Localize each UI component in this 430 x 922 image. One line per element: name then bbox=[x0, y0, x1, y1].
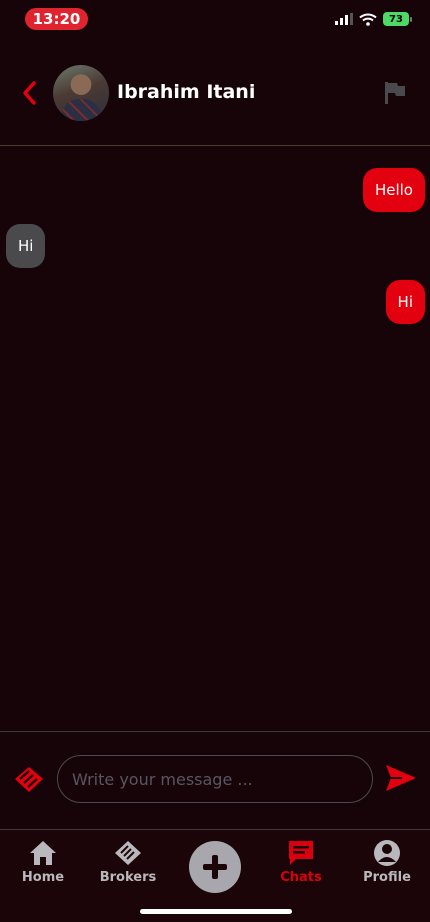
chat-icon bbox=[289, 841, 313, 865]
send-icon bbox=[386, 765, 416, 791]
battery-tip bbox=[410, 16, 412, 22]
message-bubble-outgoing[interactable]: Hello bbox=[362, 168, 425, 212]
contact-avatar[interactable] bbox=[53, 65, 109, 121]
home-indicator bbox=[140, 909, 292, 914]
tab-home[interactable]: Home bbox=[3, 838, 83, 888]
message-bubble-outgoing[interactable]: Hi bbox=[385, 280, 425, 324]
brand-logo-icon bbox=[12, 763, 46, 795]
message-list[interactable]: Hello Hi Hi bbox=[0, 146, 430, 730]
tab-chats[interactable]: Chats bbox=[261, 838, 341, 888]
contact-name[interactable]: Ibrahim Itani bbox=[117, 81, 255, 103]
tab-brokers[interactable]: Brokers bbox=[88, 838, 168, 888]
tab-label-profile: Profile bbox=[363, 870, 411, 885]
avatar-body bbox=[61, 99, 101, 121]
status-bar: 13:20 73 bbox=[0, 0, 430, 40]
battery-icon: 73 bbox=[383, 12, 409, 26]
flag-icon bbox=[385, 82, 405, 104]
wifi-icon bbox=[359, 13, 377, 26]
user-circle-icon bbox=[374, 840, 400, 866]
report-button[interactable] bbox=[382, 80, 408, 106]
back-button[interactable] bbox=[14, 78, 44, 108]
tab-label-chats: Chats bbox=[280, 870, 322, 885]
tab-label-brokers: Brokers bbox=[99, 870, 157, 885]
plus-icon bbox=[203, 855, 227, 879]
status-time: 13:20 bbox=[25, 8, 88, 30]
signal-icon bbox=[335, 13, 353, 25]
add-button[interactable] bbox=[189, 841, 241, 893]
chevron-left-icon bbox=[23, 81, 36, 105]
message-composer bbox=[0, 745, 430, 811]
message-input[interactable] bbox=[57, 755, 373, 803]
composer-divider bbox=[0, 731, 430, 732]
status-icons: 73 bbox=[335, 12, 412, 26]
chat-header: Ibrahim Itani bbox=[0, 58, 430, 128]
message-bubble-incoming[interactable]: Hi bbox=[6, 224, 46, 268]
send-button[interactable] bbox=[384, 763, 418, 793]
tab-profile[interactable]: Profile bbox=[347, 838, 427, 888]
home-icon bbox=[30, 841, 56, 865]
tab-label-home: Home bbox=[21, 870, 65, 885]
handshake-icon bbox=[115, 841, 141, 865]
